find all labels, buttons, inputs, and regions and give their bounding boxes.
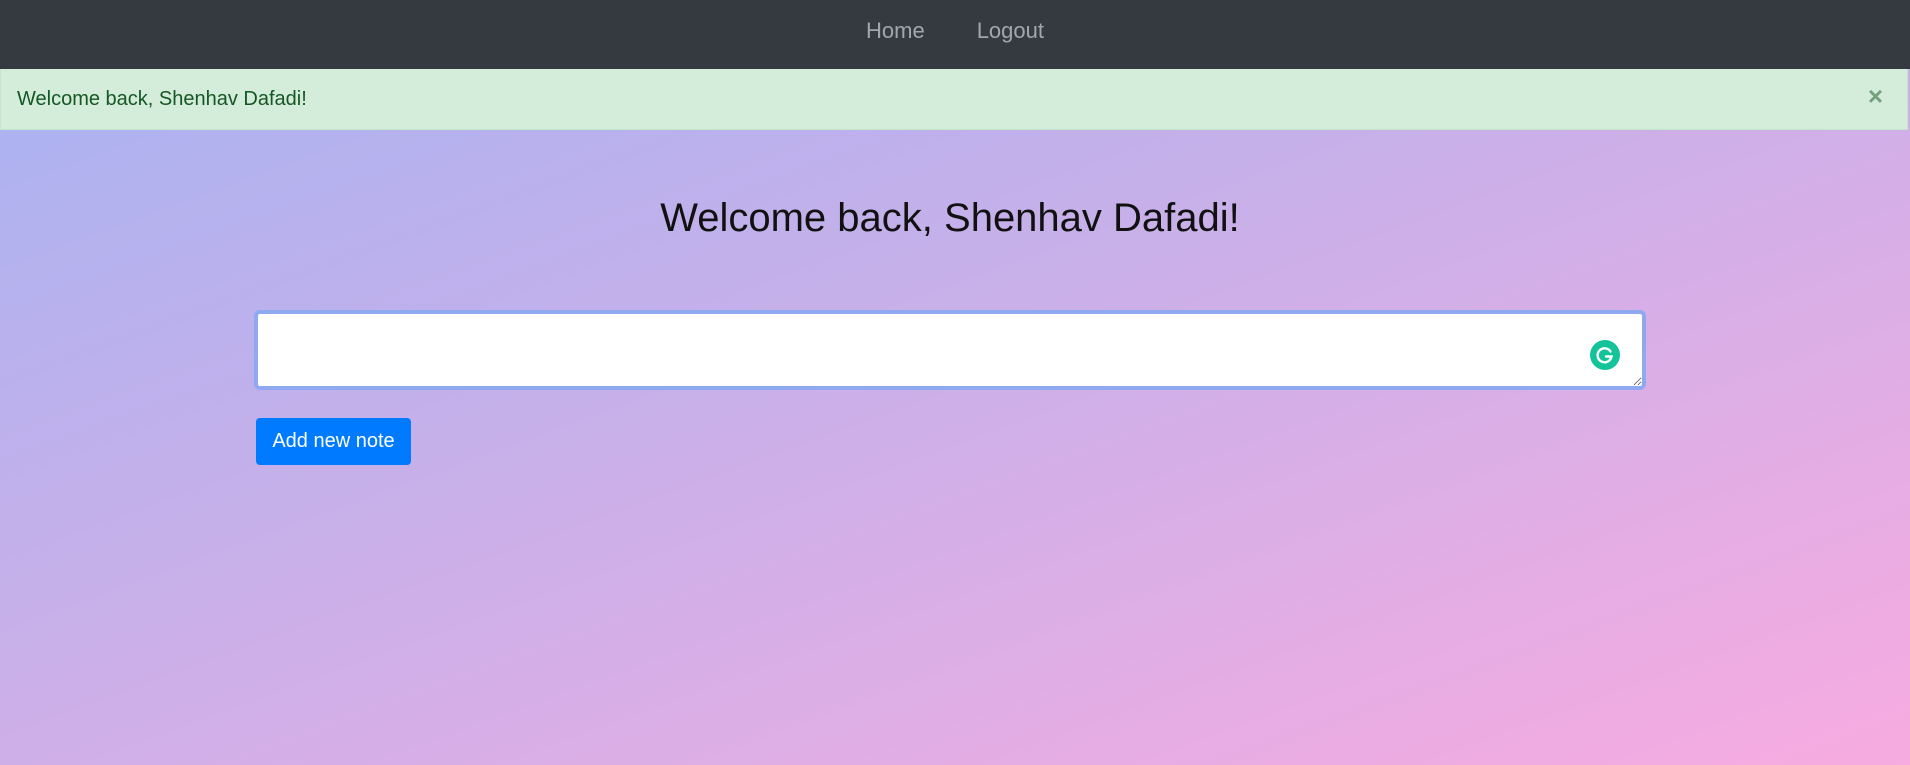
note-input[interactable] bbox=[254, 310, 1646, 390]
grammarly-g-glyph bbox=[1596, 347, 1613, 364]
close-icon[interactable]: × bbox=[1868, 83, 1883, 109]
page-title: Welcome back, Shenhav Dafadi! bbox=[660, 196, 1240, 240]
success-alert: Welcome back, Shenhav Dafadi! × bbox=[0, 69, 1908, 130]
alert-message: Welcome back, Shenhav Dafadi! bbox=[17, 87, 307, 110]
add-note-button[interactable]: Add new note bbox=[256, 418, 411, 465]
nav-links: Home Logout bbox=[866, 18, 1044, 44]
note-input-container bbox=[254, 310, 1646, 390]
top-navbar: Home Logout bbox=[0, 0, 1910, 69]
nav-link-home[interactable]: Home bbox=[866, 18, 925, 44]
grammarly-icon[interactable] bbox=[1590, 340, 1620, 370]
nav-link-logout[interactable]: Logout bbox=[977, 18, 1044, 44]
